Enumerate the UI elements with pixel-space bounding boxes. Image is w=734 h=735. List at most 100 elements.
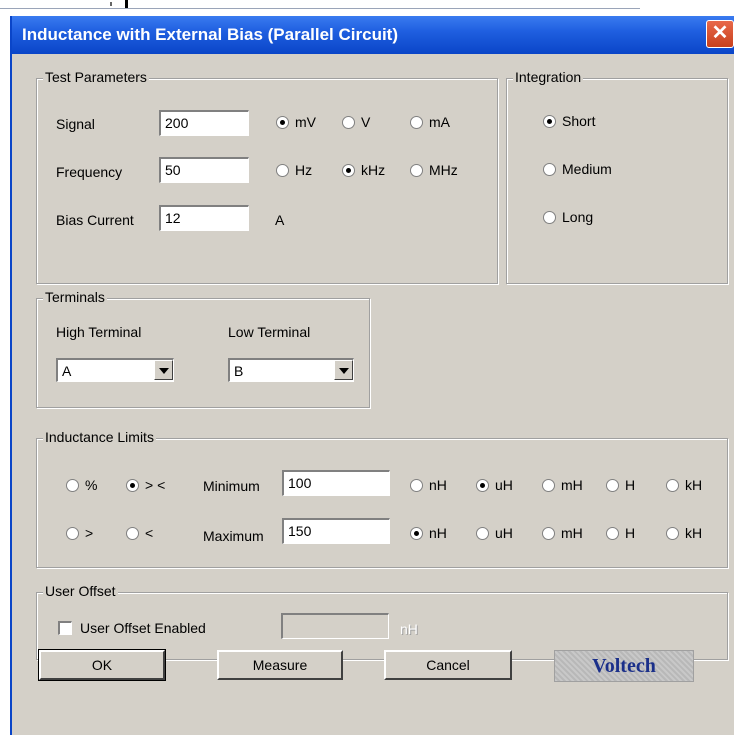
radio-dot [543, 115, 556, 128]
minimum-label: Minimum [203, 478, 260, 494]
close-button[interactable]: ✕ [706, 20, 734, 48]
signal-label: Signal [56, 116, 95, 132]
signal-unit-v[interactable]: V [342, 113, 370, 131]
integration-long[interactable]: Long [543, 208, 593, 226]
frequency-unit-mhz[interactable]: MHz [410, 161, 458, 179]
maximum-unit-mh[interactable]: mH [542, 524, 583, 542]
minimum-unit-h[interactable]: H [606, 476, 635, 494]
inductance-limits-label: Inductance Limits [43, 429, 156, 445]
frequency-label: Frequency [56, 164, 123, 180]
user-offset-checkbox-label[interactable]: User Offset Enabled [80, 620, 206, 636]
close-icon: ✕ [711, 22, 729, 44]
radio-dot [276, 116, 289, 129]
terminals-group: Terminals [36, 289, 370, 408]
radio-label: nH [429, 477, 447, 493]
radio-dot [542, 479, 555, 492]
maximum-input[interactable]: 150 [282, 518, 390, 544]
minimum-input[interactable]: 100 [282, 470, 390, 496]
radio-label: kH [685, 477, 703, 493]
radio-label: uH [495, 525, 513, 541]
user-offset-unit: nH [400, 621, 418, 637]
frequency-unit-hz[interactable]: Hz [276, 161, 312, 179]
bias-current-label: Bias Current [56, 212, 134, 228]
radio-label: uH [495, 477, 513, 493]
terminals-label: Terminals [43, 289, 107, 305]
radio-dot [542, 527, 555, 540]
radio-label: mA [429, 114, 450, 130]
radio-dot [342, 164, 355, 177]
user-offset-checkbox[interactable] [58, 621, 72, 635]
high-terminal-value: A [62, 363, 72, 379]
signal-unit-ma[interactable]: mA [410, 113, 450, 131]
maximum-unit-kh[interactable]: kH [666, 524, 702, 542]
integration-group: Integration [506, 69, 728, 284]
radio-label: > [85, 525, 94, 541]
ok-button[interactable]: OK [38, 649, 166, 681]
integration-label: Integration [513, 69, 584, 85]
high-terminal-select[interactable]: A [56, 358, 174, 382]
radio-label: H [625, 477, 636, 493]
bias-current-unit: A [275, 212, 285, 228]
bias-current-input[interactable]: 12 [159, 205, 249, 231]
radio-label: mV [295, 114, 316, 130]
radio-label: Hz [295, 162, 313, 178]
signal-input[interactable]: 200 [159, 110, 249, 136]
chevron-down-icon[interactable] [154, 360, 173, 380]
minimum-unit-nh[interactable]: nH [410, 476, 447, 494]
maximum-unit-h[interactable]: H [606, 524, 635, 542]
test-parameters-label: Test Parameters [43, 69, 149, 85]
low-terminal-label: Low Terminal [228, 324, 311, 340]
minimum-unit-uh[interactable]: uH [476, 476, 513, 494]
radio-dot [476, 479, 489, 492]
radio-dot [342, 116, 355, 129]
minimum-unit-kh[interactable]: kH [666, 476, 702, 494]
radio-label: MHz [429, 162, 458, 178]
frequency-input[interactable]: 50 [159, 157, 249, 183]
measure-button[interactable]: Measure [217, 650, 343, 680]
radio-dot [543, 211, 556, 224]
radio-dot [543, 163, 556, 176]
radio-dot [606, 527, 619, 540]
radio-dot [126, 527, 139, 540]
radio-dot [410, 527, 423, 540]
window-title: Inductance with External Bias (Parallel … [22, 25, 398, 44]
radio-dot [410, 164, 423, 177]
limit-mode-less[interactable]: < [126, 524, 153, 542]
radio-dot [606, 479, 619, 492]
background-window-strip [0, 0, 734, 16]
radio-dot [476, 527, 489, 540]
background-line [0, 8, 640, 9]
user-offset-input[interactable] [281, 613, 389, 639]
chevron-down-icon[interactable] [334, 360, 353, 380]
cancel-button[interactable]: Cancel [384, 650, 512, 680]
radio-label: mH [561, 525, 583, 541]
radio-dot [410, 116, 423, 129]
title-bar[interactable]: Inductance with External Bias (Parallel … [0, 16, 734, 54]
limit-mode-greater[interactable]: > [66, 524, 93, 542]
radio-label: mH [561, 477, 583, 493]
radio-label: < [145, 525, 154, 541]
maximum-unit-nh[interactable]: nH [410, 524, 447, 542]
signal-unit-mv[interactable]: mV [276, 113, 316, 131]
integration-medium[interactable]: Medium [543, 160, 612, 178]
radio-label: nH [429, 525, 447, 541]
radio-label: H [625, 525, 636, 541]
radio-dot [66, 479, 79, 492]
radio-dot [126, 479, 139, 492]
high-terminal-label: High Terminal [56, 324, 142, 340]
low-terminal-select[interactable]: B [228, 358, 354, 382]
minimum-unit-mh[interactable]: mH [542, 476, 583, 494]
limit-mode-range[interactable]: > < [126, 476, 165, 494]
inductance-limits-group: Inductance Limits [36, 429, 728, 568]
integration-short[interactable]: Short [543, 112, 595, 130]
window-left-border [0, 16, 12, 735]
radio-dot [666, 479, 679, 492]
radio-dot [666, 527, 679, 540]
radio-dot [410, 479, 423, 492]
maximum-unit-uh[interactable]: uH [476, 524, 513, 542]
low-terminal-value: B [234, 363, 244, 379]
radio-label: Long [562, 209, 594, 225]
limit-mode-percent[interactable]: % [66, 476, 97, 494]
frequency-unit-khz[interactable]: kHz [342, 161, 385, 179]
voltech-logo: Voltech [554, 650, 694, 682]
